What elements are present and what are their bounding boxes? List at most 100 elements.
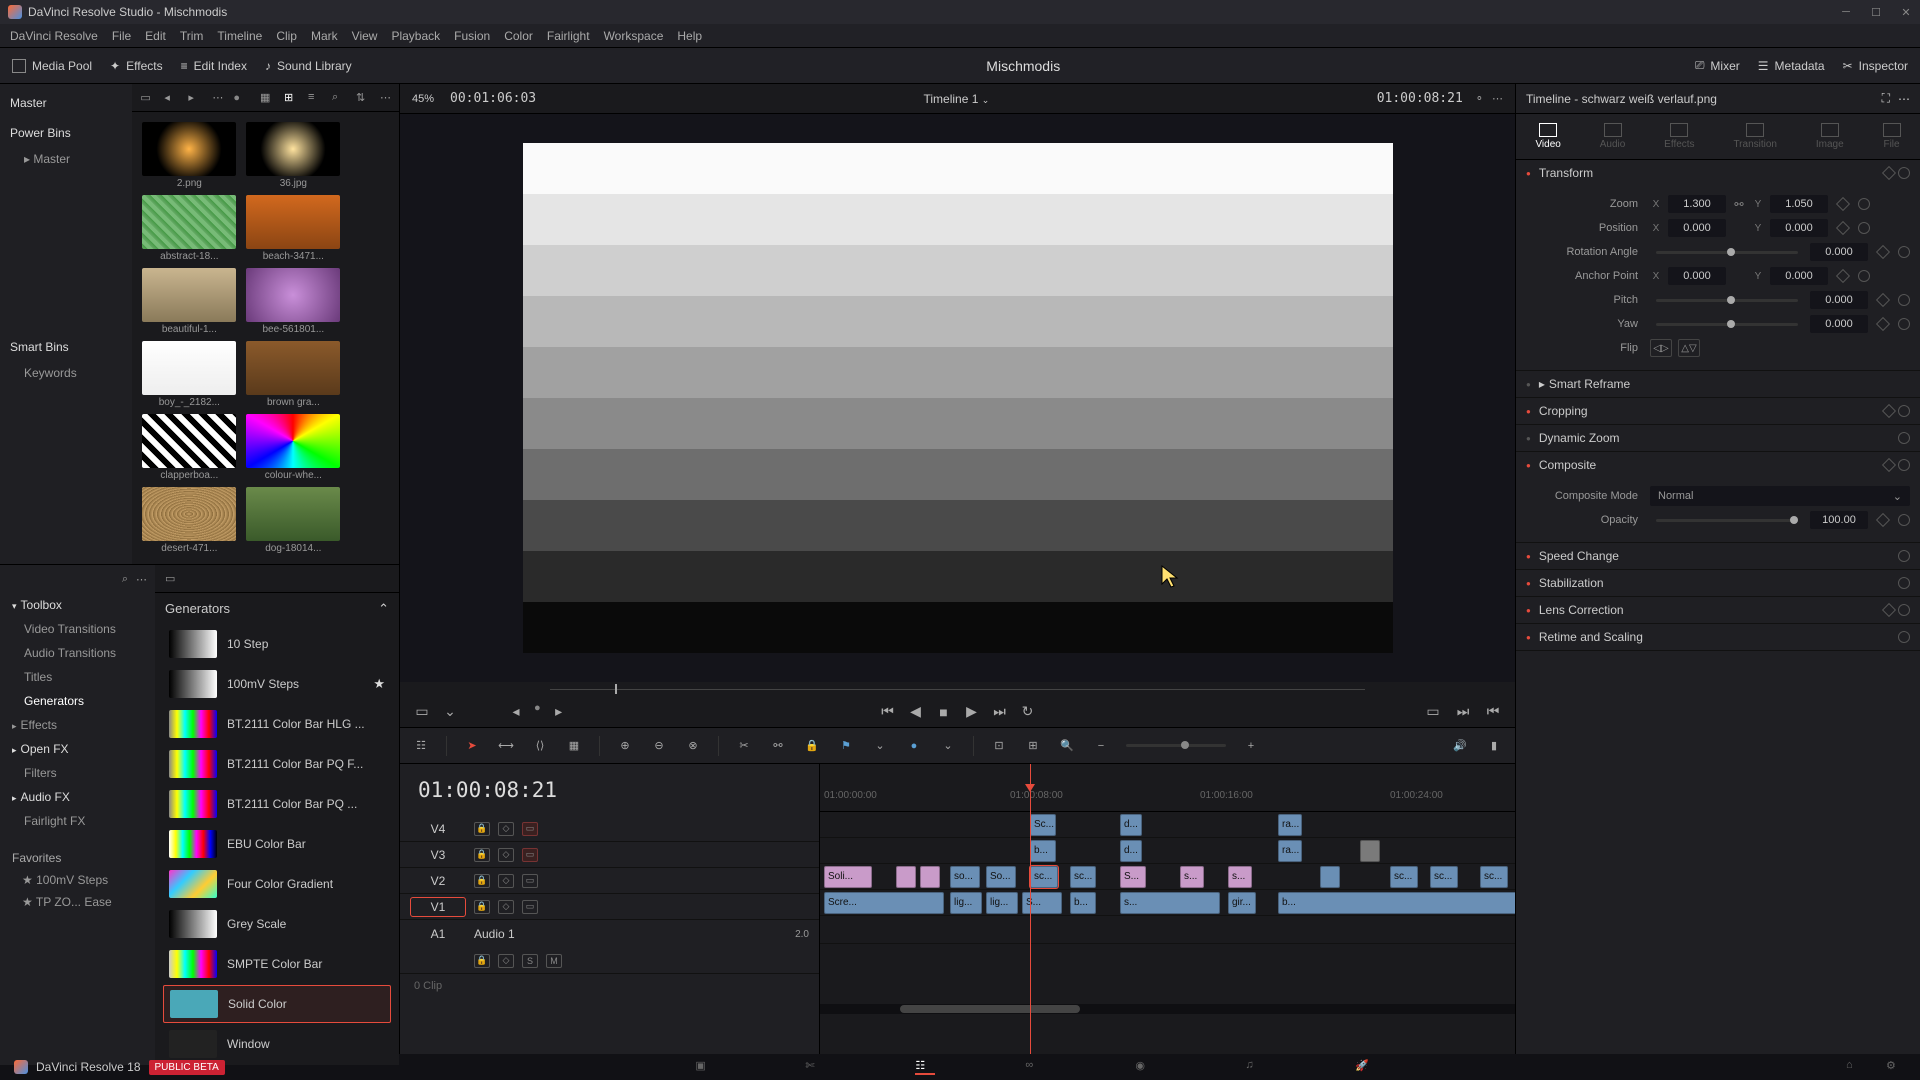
yaw-slider[interactable]: [1656, 323, 1798, 326]
media-clip[interactable]: 36.jpg: [246, 122, 340, 189]
fx-generator-item[interactable]: 100mV Steps★: [163, 665, 391, 703]
media-clip[interactable]: abstract-18...: [142, 195, 236, 262]
menu-resolve[interactable]: DaVinci Resolve: [10, 29, 98, 43]
dropdown-icon[interactable]: ⌄: [440, 702, 460, 722]
fairlight-page-button[interactable]: ♫: [1245, 1059, 1265, 1075]
match-frame2-icon[interactable]: ⏮: [1483, 702, 1503, 722]
sound-library-toggle[interactable]: ♪Sound Library: [265, 59, 352, 73]
keyframe-button[interactable]: [1836, 221, 1850, 235]
media-clip[interactable]: dog-18014...: [246, 487, 340, 554]
keyframe-button[interactable]: [1882, 166, 1896, 180]
timeline-clip[interactable]: s...: [1180, 866, 1204, 888]
dynamic-zoom-header[interactable]: Dynamic Zoom: [1516, 425, 1920, 451]
more-icon[interactable]: ⋯: [212, 91, 223, 104]
replace-icon[interactable]: ⊗: [684, 737, 702, 755]
pitch-slider[interactable]: [1656, 299, 1798, 302]
fullscreen-icon[interactable]: ▭: [1423, 702, 1443, 722]
auto-select-icon[interactable]: ◇: [498, 848, 514, 862]
lock-icon[interactable]: 🔒: [803, 737, 821, 755]
menu-color[interactable]: Color: [504, 29, 533, 43]
enable-icon[interactable]: ▭: [522, 900, 538, 914]
transform-header[interactable]: Transform: [1516, 160, 1920, 186]
timeline-clip[interactable]: d...: [1120, 814, 1142, 836]
keyframe-button[interactable]: [1876, 317, 1890, 331]
lock-icon[interactable]: 🔒: [474, 822, 490, 836]
fx-generator-item[interactable]: BT.2111 Color Bar HLG ...: [163, 705, 391, 743]
fx-openfx[interactable]: Open FX: [8, 737, 147, 761]
timeline-clip[interactable]: b...: [1278, 892, 1515, 914]
keyframe-button[interactable]: [1882, 458, 1896, 472]
loop-button[interactable]: ↻: [1018, 702, 1038, 722]
menu-edit[interactable]: Edit: [145, 29, 166, 43]
zoom-fit-icon[interactable]: ⊡: [990, 737, 1008, 755]
auto-select-icon[interactable]: ◇: [498, 874, 514, 888]
inspector-toggle[interactable]: ✂Inspector: [1843, 59, 1908, 73]
rotation-input[interactable]: [1810, 243, 1868, 261]
lens-header[interactable]: Lens Correction: [1516, 597, 1920, 623]
blade-edit-icon[interactable]: ✂: [735, 737, 753, 755]
match-frame-icon[interactable]: ⏭: [1453, 702, 1473, 722]
reset-button[interactable]: [1898, 550, 1910, 562]
reset-button[interactable]: [1858, 222, 1870, 234]
flag-dropdown-icon[interactable]: ⌄: [871, 737, 889, 755]
timeline-body[interactable]: 01:00:00:00 01:00:08:00 01:00:16:00 01:0…: [820, 764, 1515, 1054]
reset-button[interactable]: [1898, 294, 1910, 306]
home-button[interactable]: ⌂: [1846, 1059, 1866, 1075]
smart-bin-keywords[interactable]: Keywords: [10, 362, 122, 384]
step-back-button[interactable]: ◀: [906, 702, 926, 722]
link-icon[interactable]: ⚯: [1732, 198, 1746, 211]
fx-fairlightfx[interactable]: Fairlight FX: [8, 809, 147, 833]
zoom-slider[interactable]: [1126, 744, 1226, 747]
inspector-tab-file[interactable]: File: [1883, 123, 1901, 150]
insp-more-icon[interactable]: ⋯: [1898, 92, 1910, 106]
zoom-custom-icon[interactable]: 🔍: [1058, 737, 1076, 755]
timeline-clip[interactable]: Soli...: [824, 866, 872, 888]
mixer-toggle[interactable]: ⎚Mixer: [1695, 58, 1740, 73]
track-v4-row[interactable]: Sc... d... ra...: [820, 812, 1515, 838]
track-a1-header[interactable]: A1Audio 12.0: [400, 920, 819, 948]
insert-icon[interactable]: ⊕: [616, 737, 634, 755]
fx-generator-item[interactable]: EBU Color Bar: [163, 825, 391, 863]
zoom-detail-icon[interactable]: ⊞: [1024, 737, 1042, 755]
lock-icon[interactable]: 🔒: [474, 848, 490, 862]
sort-icon[interactable]: ⇅: [356, 91, 370, 105]
marker-dropdown-icon[interactable]: ⌄: [939, 737, 957, 755]
fav-100mv[interactable]: ★ 100mV Steps: [8, 869, 147, 891]
timeline-clip[interactable]: [1320, 866, 1340, 888]
inspector-tab-audio[interactable]: Audio: [1600, 123, 1626, 150]
opacity-slider[interactable]: [1656, 519, 1798, 522]
fx-generator-item[interactable]: Window: [163, 1025, 391, 1063]
media-clip[interactable]: desert-471...: [142, 487, 236, 554]
opacity-input[interactable]: [1810, 511, 1868, 529]
enable-icon[interactable]: ▭: [522, 874, 538, 888]
timeline-clip[interactable]: [1360, 840, 1380, 862]
timeline-view-icon[interactable]: ☷: [412, 737, 430, 755]
timeline-clip[interactable]: ra...: [1278, 814, 1302, 836]
dynamic-trim-tool[interactable]: ⟨⟩: [531, 737, 549, 755]
menu-file[interactable]: File: [112, 29, 131, 43]
auto-select-icon[interactable]: ◇: [498, 822, 514, 836]
pos-x-input[interactable]: [1668, 219, 1726, 237]
fx-titles[interactable]: Titles: [8, 665, 147, 689]
timeline-scrollbar[interactable]: [820, 1004, 1515, 1014]
timeline-clip[interactable]: Scre...: [824, 892, 944, 914]
track-a1-row[interactable]: [820, 916, 1515, 944]
auto-select-icon[interactable]: ◇: [498, 954, 514, 968]
auto-select-icon[interactable]: ◇: [498, 900, 514, 914]
close-button[interactable]: ✕: [1900, 6, 1912, 18]
keyframe-button[interactable]: [1876, 513, 1890, 527]
menu-clip[interactable]: Clip: [276, 29, 297, 43]
timeline-clip[interactable]: sc...: [1070, 866, 1096, 888]
menu-mark[interactable]: Mark: [311, 29, 338, 43]
fx-generators[interactable]: Generators: [8, 689, 147, 713]
zoom-out-icon[interactable]: −: [1092, 737, 1110, 755]
reset-button[interactable]: [1898, 432, 1910, 444]
power-bin-master[interactable]: ▸ Master: [10, 148, 122, 170]
track-v1-row[interactable]: Scre... lig... lig... S... b... s... gir…: [820, 890, 1515, 916]
timeline-ruler[interactable]: 01:00:00:00 01:00:08:00 01:00:16:00 01:0…: [820, 764, 1515, 812]
go-start-button[interactable]: ⏮: [878, 702, 898, 722]
reset-button[interactable]: [1898, 459, 1910, 471]
fx-filters[interactable]: Filters: [8, 761, 147, 785]
timeline-clip[interactable]: sc...: [1480, 866, 1508, 888]
fx-video-transitions[interactable]: Video Transitions: [8, 617, 147, 641]
